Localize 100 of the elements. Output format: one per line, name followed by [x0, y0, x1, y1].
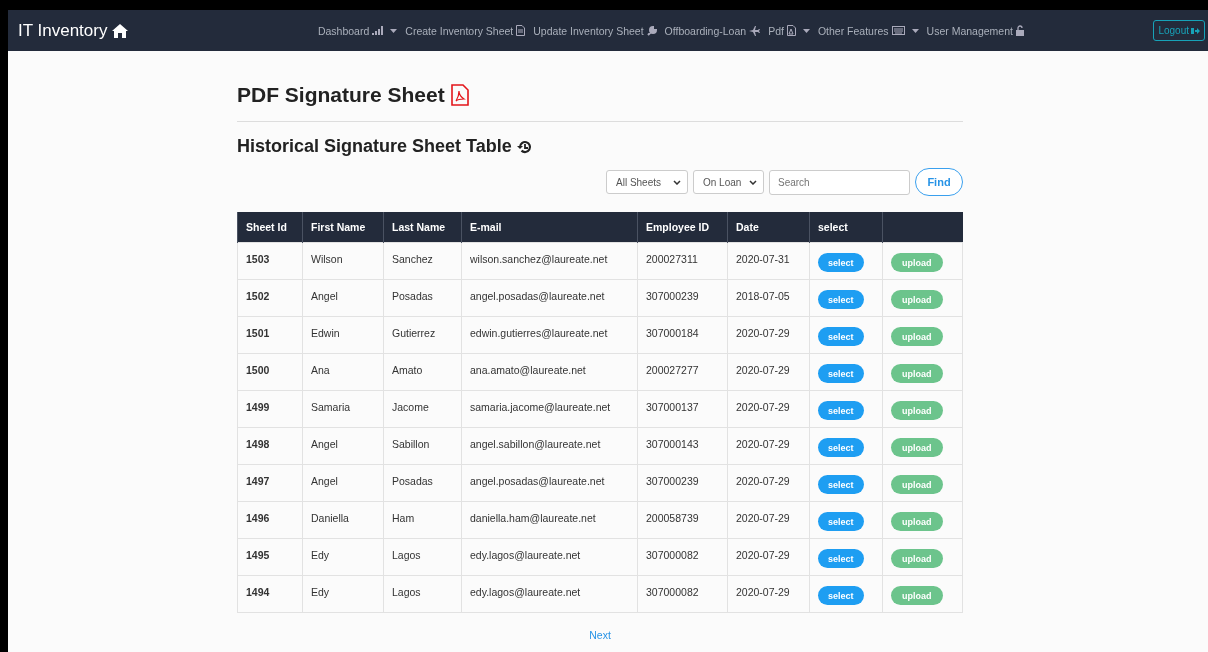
table-cell: 1495	[237, 538, 303, 576]
column-header: E-mail	[461, 212, 638, 243]
column-header: Sheet Id	[237, 212, 303, 243]
table-cell: 2020-07-29	[727, 390, 810, 428]
history-icon	[516, 138, 533, 155]
table-cell: Lagos	[383, 538, 462, 576]
table-cell: Edwin	[302, 316, 384, 354]
upload-button[interactable]: upload	[891, 512, 943, 531]
home-icon	[112, 23, 129, 38]
plane-icon	[749, 25, 761, 36]
table-cell: angel.posadas@laureate.net	[461, 464, 638, 502]
select-button[interactable]: select	[818, 327, 864, 346]
table-cell: angel.sabillon@laureate.net	[461, 427, 638, 465]
table-cell: wilson.sanchez@laureate.net	[461, 242, 638, 280]
file-icon	[516, 25, 526, 36]
table-cell: Posadas	[383, 279, 462, 317]
table-cell: Edy	[302, 575, 384, 613]
table-cell: Daniella	[302, 501, 384, 539]
table-cell: Gutierrez	[383, 316, 462, 354]
pdf-file-icon	[786, 25, 796, 36]
nav-link[interactable]: Offboarding-Loan	[664, 24, 761, 37]
table-cell: Edy	[302, 538, 384, 576]
select-button[interactable]: select	[818, 290, 864, 309]
filter-dropdown[interactable]: On Loan	[693, 170, 764, 194]
table-cell: 200027311	[637, 242, 728, 280]
find-button[interactable]: Find	[915, 168, 963, 196]
table-cell: 307000082	[637, 575, 728, 613]
table-cell: 2020-07-29	[727, 353, 810, 391]
table-cell: 1501	[237, 316, 303, 354]
nav-link[interactable]: Dashboard	[317, 24, 398, 37]
table-cell: samaria.jacome@laureate.net	[461, 390, 638, 428]
nav-link[interactable]: Update Inventory Sheet	[533, 24, 657, 37]
column-header: Employee ID	[637, 212, 728, 243]
upload-button[interactable]: upload	[891, 401, 943, 420]
nav-link[interactable]: Pdf	[768, 24, 810, 37]
column-header: select	[809, 212, 883, 243]
upload-button[interactable]: upload	[891, 438, 943, 457]
table-cell: 307000239	[637, 464, 728, 502]
search-field[interactable]: Search	[769, 169, 910, 195]
table-cell: 2020-07-29	[727, 538, 810, 576]
table-cell: 2020-07-29	[727, 427, 810, 465]
table-cell: 1499	[237, 390, 303, 428]
table-cell: Samaria	[302, 390, 384, 428]
table-cell: Angel	[302, 279, 384, 317]
table-cell: 1500	[237, 353, 303, 391]
select-button[interactable]: select	[818, 512, 864, 531]
upload-button[interactable]: upload	[891, 290, 943, 309]
table-cell: angel.posadas@laureate.net	[461, 279, 638, 317]
select-button[interactable]: select	[818, 364, 864, 383]
filter-dropdown[interactable]: All Sheets	[606, 170, 688, 194]
table-cell: Sabillon	[383, 427, 462, 465]
upload-button[interactable]: upload	[891, 327, 943, 346]
table-cell: Amato	[383, 353, 462, 391]
upload-button[interactable]: upload	[891, 253, 943, 272]
table-cell: edy.lagos@laureate.net	[461, 575, 638, 613]
table-cell: 2020-07-29	[727, 501, 810, 539]
upload-button[interactable]: upload	[891, 549, 943, 568]
upload-button[interactable]: upload	[891, 364, 943, 383]
next-link[interactable]: Next	[589, 629, 611, 641]
select-button[interactable]: select	[818, 475, 864, 494]
table-cell: 307000137	[637, 390, 728, 428]
page-title: PDF Signature Sheet	[237, 83, 445, 107]
table-cell: Wilson	[302, 242, 384, 280]
table-cell: Sanchez	[383, 242, 462, 280]
signal-bars-icon	[372, 26, 384, 35]
logout-button[interactable]: Logout	[1153, 20, 1205, 41]
table-cell: 307000143	[637, 427, 728, 465]
table-cell: 2020-07-31	[727, 242, 810, 280]
nav-link[interactable]: Create Inventory Sheet	[405, 24, 526, 37]
brand-link[interactable]: IT Inventory	[18, 20, 129, 41]
table-cell: Angel	[302, 427, 384, 465]
pdf-file-icon	[450, 84, 469, 106]
select-button[interactable]: select	[818, 253, 864, 272]
select-button[interactable]: select	[818, 586, 864, 605]
wrench-icon	[646, 25, 657, 36]
table-cell: Angel	[302, 464, 384, 502]
upload-button[interactable]: upload	[891, 475, 943, 494]
caret-icon	[802, 28, 810, 33]
select-button[interactable]: select	[818, 401, 864, 420]
table-cell: 1494	[237, 575, 303, 613]
caret-icon	[390, 28, 398, 33]
caret-icon	[911, 28, 919, 33]
upload-button[interactable]: upload	[891, 586, 943, 605]
table-cell: daniella.ham@laureate.net	[461, 501, 638, 539]
table-cell: 200058739	[637, 501, 728, 539]
table-cell: edy.lagos@laureate.net	[461, 538, 638, 576]
select-button[interactable]: select	[818, 438, 864, 457]
nav-link[interactable]: User Management	[926, 24, 1024, 37]
nav-link[interactable]: Other Features	[817, 24, 919, 37]
table-cell: Lagos	[383, 575, 462, 613]
select-button[interactable]: select	[818, 549, 864, 568]
keyboard-icon	[891, 26, 905, 35]
sign-out-icon	[1191, 26, 1200, 35]
table-cell: 1496	[237, 501, 303, 539]
section-title: Historical Signature Sheet Table	[237, 136, 512, 157]
table-cell: 307000239	[637, 279, 728, 317]
column-header: First Name	[302, 212, 384, 243]
table-cell: edwin.gutierres@laureate.net	[461, 316, 638, 354]
table-cell: 307000082	[637, 538, 728, 576]
table-cell: Jacome	[383, 390, 462, 428]
